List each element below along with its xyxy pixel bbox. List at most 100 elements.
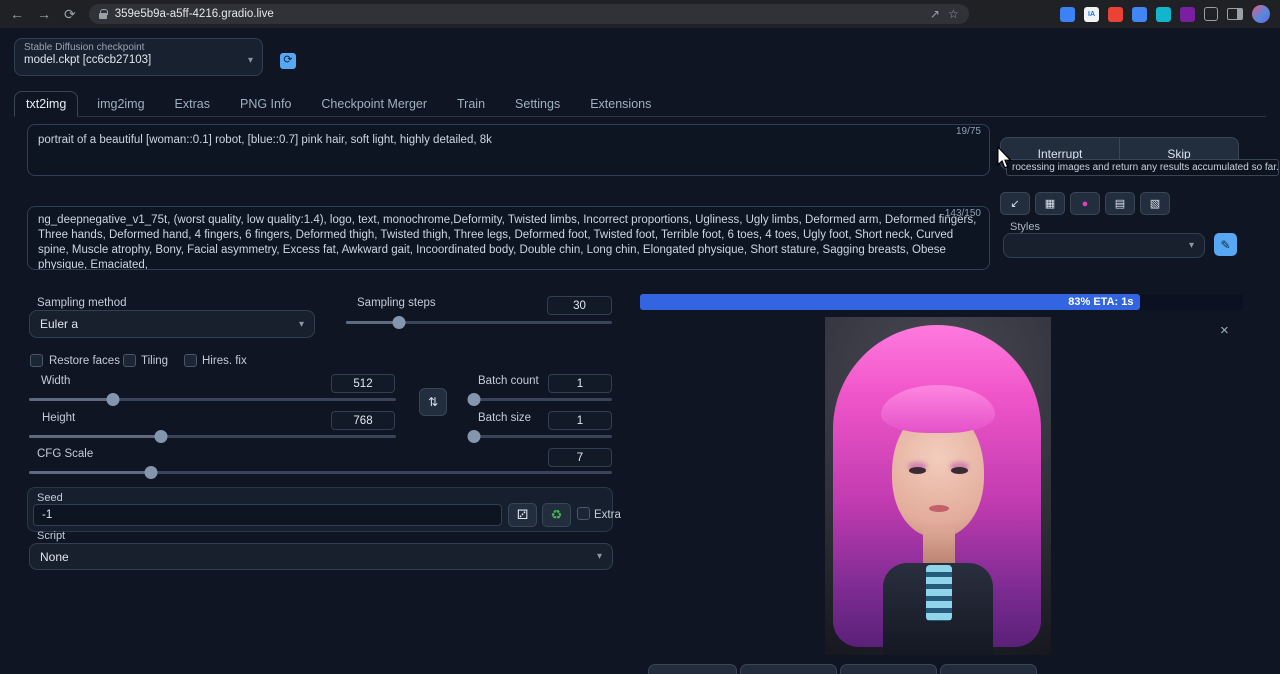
width-slider[interactable] [29, 393, 396, 406]
cfg-scale-value-input[interactable]: 7 [548, 448, 612, 467]
checkpoint-label: Stable Diffusion checkpoint [24, 42, 253, 53]
restore-faces-checkbox[interactable] [30, 354, 43, 367]
sampling-method-dropdown[interactable]: Euler a ▾ [29, 310, 315, 338]
swap-dimensions-button[interactable]: ⇅ [419, 388, 447, 416]
apply-style-button[interactable]: ▤ [1105, 192, 1135, 215]
dice-icon: ⚂ [517, 507, 528, 523]
preview-eye [951, 467, 968, 474]
cfg-scale-slider-handle[interactable] [145, 466, 158, 479]
paste-params-button[interactable]: ↙ [1000, 192, 1030, 215]
sampling-steps-label: Sampling steps [357, 297, 436, 309]
batch-count-label: Batch count [478, 375, 539, 387]
tab-extras[interactable]: Extras [164, 92, 221, 116]
batch-size-label: Batch size [478, 412, 531, 424]
batch-size-slider[interactable] [468, 430, 612, 443]
sampling-method-label: Sampling method [37, 297, 127, 309]
chevron-down-icon: ▾ [1189, 240, 1194, 251]
batch-count-slider-handle[interactable] [467, 393, 480, 406]
reload-icon[interactable]: ⟳ [64, 7, 76, 21]
batch-count-value-input[interactable]: 1 [548, 374, 612, 393]
side-panel-icon[interactable] [1227, 8, 1243, 20]
url-bar[interactable]: 359e5b9a-a5ff-4216.gradio.live ↗ ☆ [89, 4, 969, 24]
chevron-down-icon: ▾ [299, 319, 304, 330]
prompt-input[interactable]: portrait of a beautiful [woman::0.1] rob… [27, 124, 990, 176]
slider-fill [29, 471, 151, 474]
extensions-puzzle-icon[interactable] [1204, 7, 1218, 21]
extension-icon[interactable] [1060, 7, 1075, 22]
main-tabs: txt2img img2img Extras PNG Info Checkpoi… [14, 89, 1266, 117]
send-to-img2img-button[interactable] [740, 664, 837, 674]
sampling-steps-slider[interactable] [346, 316, 612, 329]
slider-fill [29, 398, 113, 401]
refresh-checkpoints-button[interactable]: ⟳ [280, 53, 296, 69]
seed-input[interactable] [33, 504, 502, 526]
tab-extensions[interactable]: Extensions [579, 92, 662, 116]
width-slider-handle[interactable] [107, 393, 120, 406]
styles-dropdown[interactable]: ▾ [1003, 233, 1205, 258]
preview-lips [929, 505, 949, 512]
extra-seed-checkbox[interactable] [577, 507, 590, 520]
save-button[interactable] [648, 664, 737, 674]
prompt-tools: ↙ ▦ ● ▤ ▧ [1000, 192, 1170, 215]
screen: ← → ⟳ 359e5b9a-a5ff-4216.gradio.live ↗ ☆… [0, 0, 1280, 674]
tiling-checkbox[interactable] [123, 354, 136, 367]
tab-train[interactable]: Train [446, 92, 496, 116]
reuse-seed-button[interactable]: ♻ [542, 503, 571, 527]
save-style-button[interactable]: ▧ [1140, 192, 1170, 215]
height-slider[interactable] [29, 430, 396, 443]
height-slider-handle[interactable] [155, 430, 168, 443]
negative-prompt-input[interactable]: ng_deepnegative_v1_75t, (worst quality, … [27, 206, 990, 270]
close-preview-icon[interactable]: × [1220, 322, 1229, 339]
styles-label: Styles [1010, 221, 1040, 233]
back-icon[interactable]: ← [10, 7, 24, 21]
cfg-scale-label: CFG Scale [37, 448, 93, 460]
page-icon: ▤ [1115, 197, 1125, 210]
extra-networks-button[interactable]: ▦ [1035, 192, 1065, 215]
script-dropdown[interactable]: None ▾ [29, 543, 613, 570]
cfg-scale-slider[interactable] [29, 466, 612, 479]
mouse-cursor [995, 147, 1013, 169]
share-icon[interactable]: ↗ [930, 7, 940, 21]
interrupt-tooltip: rocessing images and return any results … [1006, 159, 1279, 176]
chevron-down-icon: ▾ [248, 55, 253, 66]
width-value-input[interactable]: 512 [331, 374, 395, 393]
generated-image-preview[interactable] [825, 317, 1051, 655]
extension-icon[interactable] [1108, 7, 1123, 22]
tab-png-info[interactable]: PNG Info [229, 92, 302, 116]
extension-icon-ia[interactable]: IA [1084, 7, 1099, 22]
tab-settings[interactable]: Settings [504, 92, 571, 116]
bookmark-star-icon[interactable]: ☆ [948, 7, 959, 21]
swap-icon: ⇅ [428, 395, 438, 409]
palette-button[interactable]: ● [1070, 192, 1100, 215]
tab-checkpoint-merger[interactable]: Checkpoint Merger [310, 92, 438, 116]
hires-fix-checkbox[interactable] [184, 354, 197, 367]
profile-avatar[interactable] [1252, 5, 1270, 23]
paste-icon: ↙ [1010, 197, 1019, 210]
create-style-button[interactable]: ✎ [1214, 233, 1237, 256]
tab-txt2img[interactable]: txt2img [14, 91, 78, 117]
sampling-steps-value-input[interactable]: 30 [547, 296, 612, 315]
sampling-steps-slider-handle[interactable] [393, 316, 406, 329]
extension-icon[interactable] [1180, 7, 1195, 22]
generation-progress-bar: 83% ETA: 1s [640, 294, 1243, 310]
random-seed-button[interactable]: ⚂ [508, 503, 537, 527]
preview-eye [909, 467, 926, 474]
extension-icon[interactable] [1132, 7, 1147, 22]
height-value-input[interactable]: 768 [331, 411, 395, 430]
preview-robot-collar [926, 565, 952, 621]
checkpoint-dropdown[interactable]: Stable Diffusion checkpoint model.ckpt [… [14, 38, 263, 76]
batch-size-slider-handle[interactable] [467, 430, 480, 443]
checkpoint-value: model.ckpt [cc6cb27103] [24, 54, 151, 66]
browser-chrome: ← → ⟳ 359e5b9a-a5ff-4216.gradio.live ↗ ☆… [0, 0, 1280, 28]
send-to-extras-button[interactable] [940, 664, 1037, 674]
recycle-icon: ♻ [551, 507, 563, 523]
batch-count-slider[interactable] [468, 393, 612, 406]
width-label: Width [41, 375, 70, 387]
send-to-inpaint-button[interactable] [840, 664, 937, 674]
batch-size-value-input[interactable]: 1 [548, 411, 612, 430]
height-label: Height [42, 412, 75, 424]
url-text: 359e5b9a-a5ff-4216.gradio.live [115, 8, 922, 20]
tab-img2img[interactable]: img2img [86, 92, 155, 116]
forward-icon[interactable]: → [37, 7, 51, 21]
extension-icon[interactable] [1156, 7, 1171, 22]
